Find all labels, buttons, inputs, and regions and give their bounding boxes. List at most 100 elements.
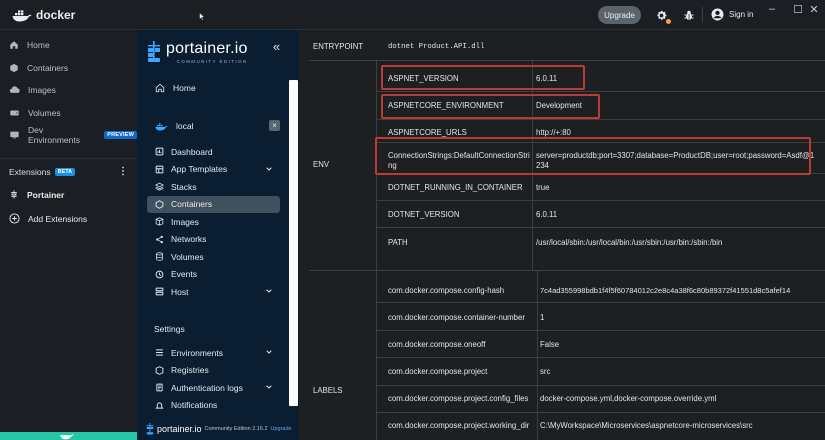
dev-environments-icon: [10, 131, 19, 139]
nav-label: Host: [171, 286, 189, 297]
docker-whale-icon: [12, 9, 32, 21]
images-icon: [155, 217, 164, 226]
minimize-button[interactable]: –: [765, 3, 779, 15]
portainer-nav-containers[interactable]: Containers: [147, 195, 280, 213]
extensions-label: Extensions: [9, 167, 51, 177]
chevron-down-icon: [266, 350, 272, 354]
portainer-nav-environments[interactable]: Environments: [155, 344, 279, 361]
nav-label: Registries: [171, 365, 209, 375]
app-templates-icon: [155, 165, 164, 173]
portainer-nav-host[interactable]: Host: [155, 283, 279, 300]
portainer-nav-events[interactable]: Events: [155, 266, 279, 283]
nav-label: Networks: [171, 234, 207, 244]
label-key: com.docker.compose.container-number: [388, 313, 525, 322]
extension-portainer[interactable]: Portainer: [9, 189, 64, 200]
row-divider: [376, 385, 825, 386]
portainer-nav-home[interactable]: Home: [155, 83, 196, 93]
entrypoint-value: dotnet Product.API.dll: [388, 43, 485, 51]
portainer-nav-authentication-logs[interactable]: Authentication logs: [155, 379, 279, 396]
portainer-nav-dashboard[interactable]: Dashboard: [155, 143, 279, 160]
docker-whale-icon: [155, 122, 168, 130]
label-value: 7c4ad355998bdb1f4f5f60784012c2e8c4a38f6c…: [540, 286, 791, 295]
auth-logs-icon: [156, 383, 163, 392]
settings-button[interactable]: [654, 8, 672, 25]
stacks-icon: [155, 182, 164, 191]
plus-circle-icon: [9, 213, 20, 224]
home-icon: [155, 83, 165, 93]
chevron-down-icon: [266, 289, 272, 293]
app-window: docker Upgrade Sign in – ☐ ✕ Home Contai…: [0, 0, 825, 440]
close-button[interactable]: ✕: [807, 3, 821, 16]
label-value: C:\MyWorkspace\Microservices\aspnetcore-…: [540, 421, 753, 430]
nav-label: Home: [173, 83, 196, 93]
signin-button[interactable]: Sign in: [711, 8, 753, 21]
host-icon: [155, 287, 164, 296]
nav-label: Dashboard: [171, 146, 213, 157]
containers-icon: [155, 199, 164, 209]
titlebar: docker Upgrade Sign in – ☐ ✕: [0, 0, 825, 30]
add-extensions-button[interactable]: Add Extensions: [9, 213, 87, 224]
nav-label: Containers: [27, 62, 69, 73]
nav-label: Notifications: [171, 400, 218, 410]
mouse-cursor-icon: [199, 12, 205, 21]
chevron-down-icon: [266, 385, 272, 389]
docker-logo[interactable]: docker: [12, 8, 75, 22]
container-details-panel: ENTRYPOINT dotnet Product.API.dll ENV AS…: [299, 30, 825, 440]
extensions-menu-icon[interactable]: ⋮: [118, 166, 128, 177]
footer-upgrade-link[interactable]: Upgrade: [271, 426, 292, 432]
docker-nav-containers[interactable]: Containers: [0, 57, 137, 80]
row-divider: [376, 302, 825, 303]
images-icon: [9, 86, 20, 94]
sidebar-divider: [0, 158, 137, 159]
portainer-nav-volumes[interactable]: Volumes: [155, 248, 279, 265]
labels-label: LABELS: [313, 386, 343, 395]
docker-nav-home[interactable]: Home: [0, 34, 137, 57]
extension-label: Portainer: [27, 189, 65, 200]
docker-nav-dev-environments[interactable]: Dev Environments PREVIEW: [0, 124, 137, 147]
account-icon: [711, 8, 724, 21]
portainer-logo[interactable]: portainer.io COMMUNITY EDITION: [147, 41, 248, 64]
portainer-nav-stacks[interactable]: Stacks: [155, 178, 279, 195]
footer-name: portainer.io: [157, 424, 202, 434]
home-icon: [10, 41, 18, 49]
beta-badge: BETA: [54, 168, 76, 176]
portainer-nav-notifications[interactable]: Notifications: [155, 397, 279, 414]
portainer-logo-icon: [148, 41, 160, 62]
app-name: docker: [36, 8, 76, 22]
close-environment-icon[interactable]: ×: [269, 120, 280, 131]
env-label: ENV: [313, 160, 330, 169]
label-key: com.docker.compose.project: [388, 367, 488, 376]
portainer-nav-app-templates[interactable]: App Templates: [155, 161, 279, 178]
row-divider: [376, 357, 825, 358]
docker-sidebar: Home Containers Images Volumes Dev Envir…: [0, 30, 137, 440]
upgrade-button[interactable]: Upgrade: [598, 6, 641, 24]
column-divider: [537, 270, 538, 440]
portainer-nav-networks[interactable]: Networks: [155, 231, 279, 248]
nav-label: Events: [171, 269, 197, 279]
troubleshoot-button[interactable]: [681, 8, 696, 23]
portainer-nav-images[interactable]: Images: [155, 213, 279, 230]
row-divider: [376, 91, 825, 92]
docker-nav-volumes[interactable]: Volumes: [0, 102, 137, 125]
sidebar-scrollbar-thumb[interactable]: [289, 80, 298, 406]
label-key: com.docker.compose.project.working_dir: [388, 421, 530, 430]
portainer-nav-registries[interactable]: Registries: [155, 362, 279, 379]
label-key: com.docker.compose.config-hash: [388, 286, 505, 295]
preview-badge: PREVIEW: [104, 131, 137, 140]
collapse-sidebar-icon[interactable]: «: [273, 39, 280, 54]
networks-icon: [156, 235, 163, 243]
row-divider: [376, 119, 825, 120]
maximize-button[interactable]: ☐: [791, 3, 805, 16]
label-value: docker-compose.yml,docker-compose.overri…: [540, 394, 717, 403]
environment-header[interactable]: local ×: [147, 115, 282, 137]
docker-nav-images[interactable]: Images: [0, 79, 137, 102]
events-icon: [155, 270, 164, 278]
highlight-box: [381, 94, 600, 119]
environment-name: local: [176, 121, 194, 131]
label-key: com.docker.compose.oneoff: [388, 340, 486, 349]
portainer-sidebar: portainer.io COMMUNITY EDITION « Home lo…: [137, 30, 299, 440]
volumes-icon: [156, 252, 163, 261]
portainer-logo-icon: [146, 423, 154, 435]
nav-label: Dev Environments: [28, 125, 80, 146]
nav-label: Home: [27, 40, 50, 51]
